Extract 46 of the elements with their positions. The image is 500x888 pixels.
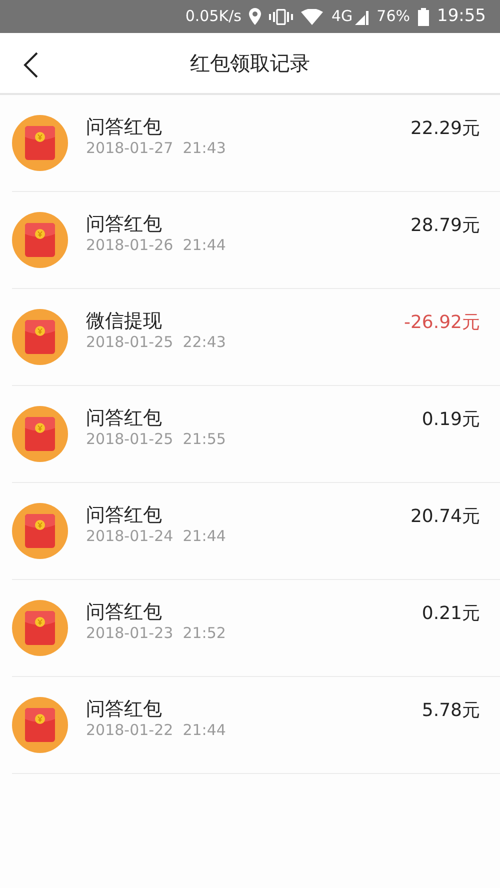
clock: 19:55 <box>437 4 486 28</box>
envelope-icon <box>12 115 68 171</box>
network-speed: 0.05K/s <box>185 6 242 28</box>
envelope-icon <box>12 406 68 462</box>
record-title: 问答红包 <box>86 698 163 721</box>
battery-level: 76% <box>376 6 410 28</box>
record-amount: 22.29元 <box>410 117 480 141</box>
record-row[interactable]: 问答红包 2018-01-23 21:52 0.21元 <box>12 580 500 677</box>
record-datetime: 2018-01-24 21:44 <box>86 526 227 546</box>
location-icon <box>249 8 262 25</box>
envelope-icon <box>12 600 68 656</box>
record-datetime: 2018-01-25 21:55 <box>86 430 227 450</box>
record-amount: 5.78元 <box>422 699 480 723</box>
vibrate-icon <box>269 8 294 24</box>
battery-icon <box>418 8 429 26</box>
record-amount: 20.74元 <box>410 505 480 529</box>
page-title: 红包领取记录 <box>190 50 310 77</box>
envelope-icon <box>12 697 68 753</box>
record-amount: 0.19元 <box>422 408 480 432</box>
record-row[interactable]: 问答红包 2018-01-25 21:55 0.19元 <box>12 386 500 483</box>
record-title: 问答红包 <box>86 116 163 139</box>
back-icon <box>22 51 40 79</box>
record-row[interactable]: 问答红包 2018-01-27 21:43 22.29元 <box>12 95 500 192</box>
envelope-icon <box>12 309 68 365</box>
record-amount: 28.79元 <box>410 214 480 238</box>
envelope-icon <box>12 212 68 268</box>
record-row[interactable]: 微信提现 2018-01-25 22:43 -26.92元 <box>12 289 500 386</box>
record-datetime: 2018-01-22 21:44 <box>86 720 227 740</box>
record-title: 问答红包 <box>86 407 163 430</box>
record-amount: 0.21元 <box>422 602 480 626</box>
signal-icon <box>354 8 369 24</box>
network-type: 4G <box>331 6 353 28</box>
record-amount: -26.92元 <box>404 311 480 335</box>
record-title: 问答红包 <box>86 601 163 624</box>
record-datetime: 2018-01-26 21:44 <box>86 236 227 256</box>
record-row[interactable]: 问答红包 2018-01-22 21:44 5.78元 <box>12 677 500 774</box>
record-datetime: 2018-01-23 21:52 <box>86 624 227 644</box>
record-title: 问答红包 <box>86 213 163 236</box>
record-title: 问答红包 <box>86 504 163 527</box>
wifi-icon <box>301 8 324 24</box>
record-row[interactable]: 问答红包 2018-01-26 21:44 28.79元 <box>12 192 500 289</box>
record-row[interactable]: 问答红包 2018-01-24 21:44 20.74元 <box>12 483 500 580</box>
envelope-icon <box>12 503 68 559</box>
record-datetime: 2018-01-27 21:43 <box>86 138 227 158</box>
record-title: 微信提现 <box>86 310 163 333</box>
record-datetime: 2018-01-25 22:43 <box>86 332 227 352</box>
